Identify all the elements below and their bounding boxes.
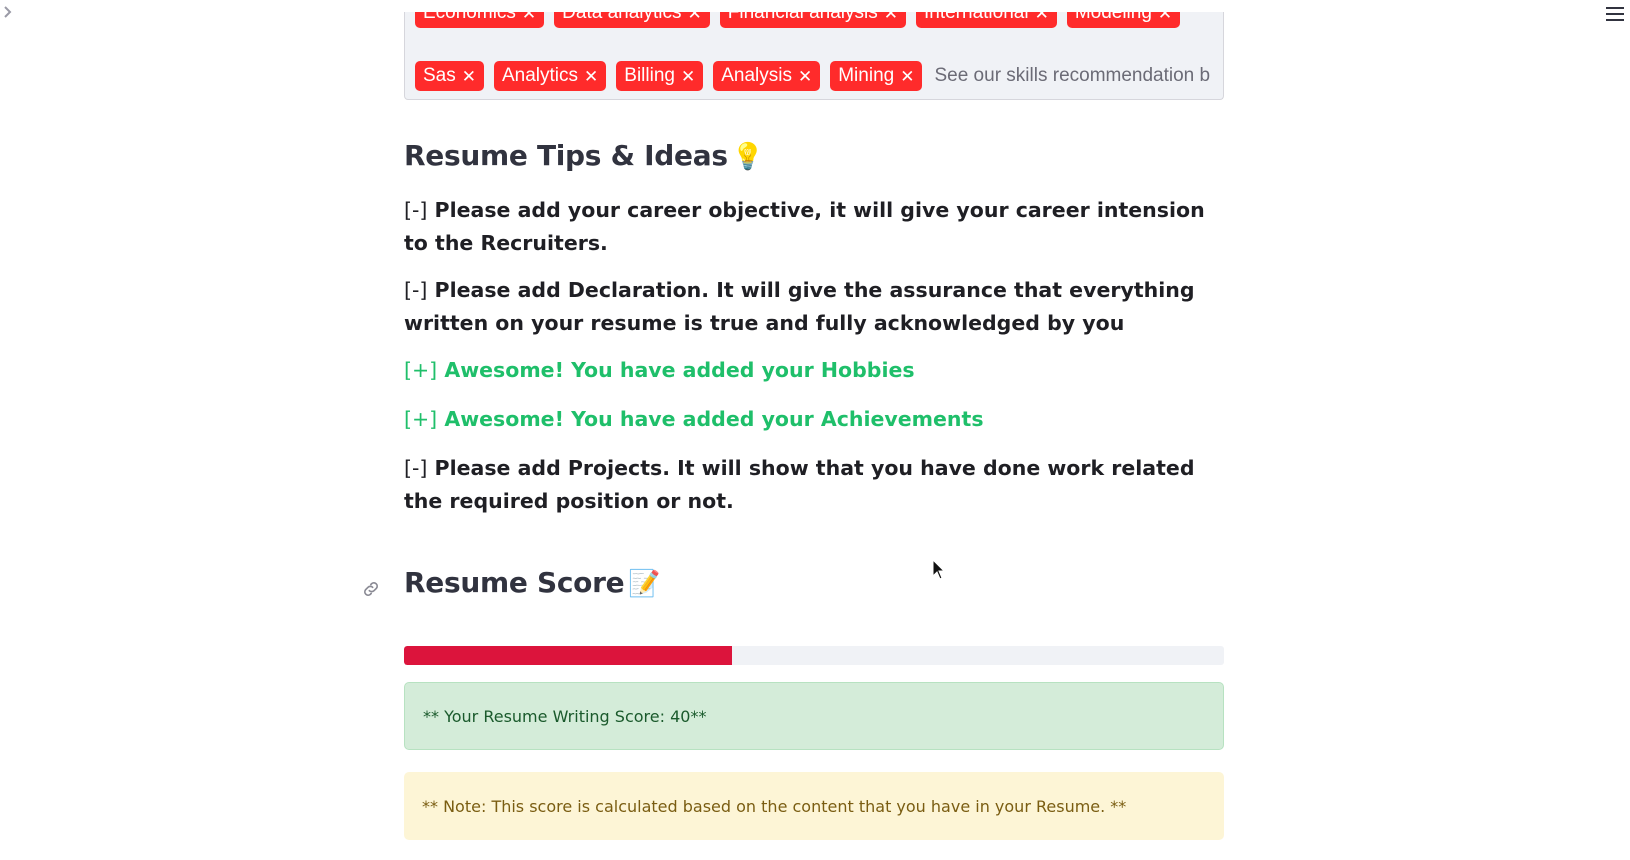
tip-text: Awesome! You have added your Achievement…: [437, 407, 984, 431]
remove-tag-icon[interactable]: ✕: [798, 68, 812, 85]
skill-tag[interactable]: Economics ✕: [415, 12, 545, 28]
skill-tag[interactable]: Data analytics ✕: [554, 12, 710, 28]
tip-text: Please add your career objective, it wil…: [404, 198, 1205, 255]
remove-tag-icon[interactable]: ✕: [1035, 12, 1049, 22]
skill-tag-label: International: [923, 12, 1029, 23]
skill-tag-label: Financial analysis: [727, 12, 878, 23]
skills-multiselect[interactable]: Economics ✕ Data analytics ✕ Financial analy…: [404, 12, 1224, 100]
mouse-cursor-icon: [932, 559, 946, 580]
remove-tag-icon[interactable]: ✕: [884, 12, 898, 22]
skill-tag-label: Data analytics: [562, 12, 682, 23]
score-note-alert: ** Note: This score is calculated based …: [404, 772, 1224, 840]
skill-tag-label: Modeling: [1074, 12, 1152, 23]
resume-score-anchor-link[interactable]: [358, 576, 384, 602]
skill-tag[interactable]: Mining ✕: [830, 61, 923, 91]
skill-tag-label: Economics: [423, 12, 516, 23]
resume-score-heading: Resume Score 📝: [404, 566, 661, 599]
skills-tags-row: Sas ✕ Analytics ✕ Billing ✕ Analysis ✕ Mining ✕ Se…: [415, 61, 1210, 91]
remove-tag-icon[interactable]: ✕: [1158, 12, 1172, 22]
tip-missing: [-] Please add your career objective, it…: [404, 194, 1224, 260]
tip-status-marker: [+]: [404, 407, 438, 431]
skill-tag[interactable]: Billing ✕: [616, 61, 704, 91]
resume-score-progress-fill: [404, 646, 732, 665]
remove-tag-icon[interactable]: ✕: [462, 68, 476, 85]
tip-text: Awesome! You have added your Hobbies: [437, 358, 915, 382]
resume-score-heading-text: Resume Score: [404, 566, 625, 599]
score-success-text: ** Your Resume Writing Score: 40**: [423, 706, 707, 726]
skill-tag-label: Analysis: [721, 65, 792, 86]
skill-tag-label: Sas: [423, 65, 456, 86]
resume-tips-heading: Resume Tips & Ideas 💡: [404, 139, 764, 172]
remove-tag-icon[interactable]: ✕: [688, 12, 702, 22]
tip-status-marker: [-]: [404, 198, 428, 222]
remove-tag-icon[interactable]: ✕: [900, 68, 914, 85]
tip-missing: [-] Please add Projects. It will show th…: [404, 452, 1224, 518]
tip-text: Please add Declaration. It will give the…: [404, 278, 1195, 335]
hamburger-menu-icon: [1606, 7, 1624, 21]
main-menu-button[interactable]: [1604, 2, 1626, 26]
remove-tag-icon[interactable]: ✕: [584, 68, 598, 85]
link-icon: [364, 582, 378, 596]
skill-tag-label: Analytics: [502, 65, 579, 86]
skills-tags-top-row: Economics ✕ Data analytics ✕ Financial analy…: [415, 12, 1181, 28]
resume-score-progress-bar: [404, 646, 1224, 665]
skill-tag[interactable]: Sas ✕: [415, 61, 484, 91]
skill-tag[interactable]: Financial analysis ✕: [719, 12, 906, 28]
memo-icon: 📝: [628, 569, 661, 599]
tip-status-marker: [-]: [404, 456, 428, 480]
tip-added: [+] Awesome! You have added your Hobbies: [404, 354, 1224, 387]
score-success-alert: ** Your Resume Writing Score: 40**: [404, 682, 1224, 750]
tip-text: Please add Projects. It will show that y…: [404, 456, 1195, 513]
tip-added: [+] Awesome! You have added your Achieve…: [404, 403, 1224, 436]
skill-tag-label: Mining: [838, 65, 895, 86]
tip-status-marker: [+]: [404, 358, 438, 382]
resume-tips-heading-text: Resume Tips & Ideas: [404, 139, 728, 172]
sidebar-toggle-button[interactable]: [0, 2, 16, 22]
skill-tag[interactable]: Modeling ✕: [1066, 12, 1181, 28]
score-note-text: ** Note: This score is calculated based …: [422, 796, 1127, 816]
skill-tag[interactable]: Analysis ✕: [713, 61, 821, 91]
skill-tag[interactable]: International ✕: [915, 12, 1057, 28]
tip-status-marker: [-]: [404, 278, 428, 302]
skill-tag-label: Billing: [624, 65, 675, 86]
skill-tag[interactable]: Analytics ✕: [494, 61, 607, 91]
remove-tag-icon[interactable]: ✕: [681, 68, 695, 85]
chevron-right-icon: [4, 6, 12, 18]
remove-tag-icon[interactable]: ✕: [522, 12, 536, 22]
lightbulb-icon: 💡: [731, 142, 764, 172]
skills-input-placeholder[interactable]: See our skills recommendation b: [934, 65, 1210, 87]
tip-missing: [-] Please add Declaration. It will give…: [404, 274, 1224, 340]
